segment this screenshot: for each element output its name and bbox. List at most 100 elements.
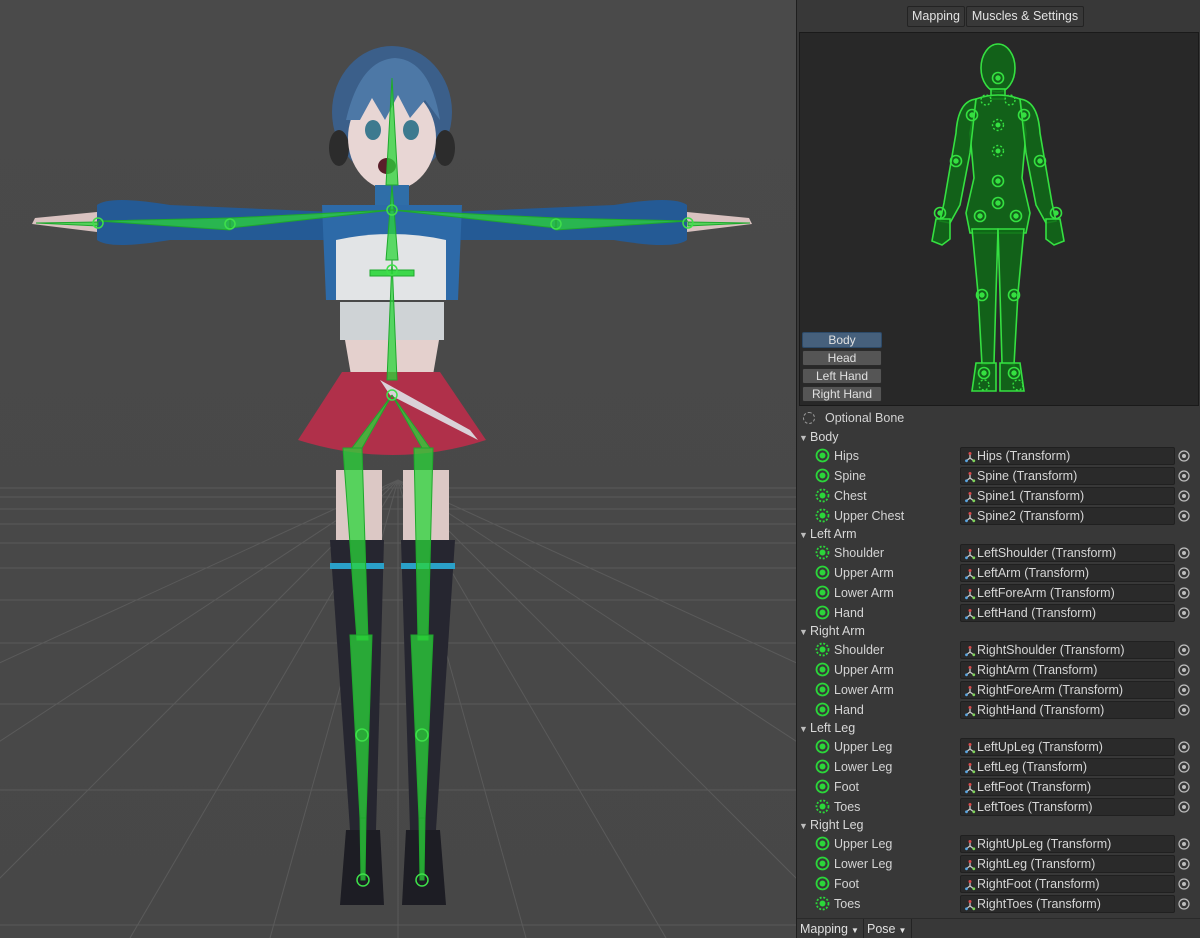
foldout-arrow-icon[interactable]: ▼ bbox=[799, 527, 810, 543]
object-picker-icon[interactable] bbox=[1177, 606, 1191, 620]
transform-object-field[interactable]: Hips (Transform) bbox=[960, 447, 1175, 465]
transform-field-value: LeftForeArm (Transform) bbox=[977, 586, 1115, 600]
object-picker-icon[interactable] bbox=[1177, 643, 1191, 657]
object-picker-icon[interactable] bbox=[1177, 489, 1191, 503]
bone-label: Foot bbox=[834, 877, 860, 891]
group-header-body[interactable]: ▼ Body bbox=[799, 429, 839, 445]
divider bbox=[863, 919, 864, 938]
bone-row-left-arm-upper-arm: Upper Arm LeftArm (Transform) bbox=[797, 563, 1200, 583]
transform-object-field[interactable]: LeftForeArm (Transform) bbox=[960, 584, 1175, 602]
chevron-down-icon: ▼ bbox=[850, 926, 859, 935]
object-picker-icon[interactable] bbox=[1177, 780, 1191, 794]
transform-object-field[interactable]: RightLeg (Transform) bbox=[960, 855, 1175, 873]
transform-object-field[interactable]: Spine2 (Transform) bbox=[960, 507, 1175, 525]
required-bone-icon[interactable] bbox=[815, 856, 830, 871]
bone-row-body-spine: Spine Spine (Transform) bbox=[797, 466, 1200, 486]
object-picker-icon[interactable] bbox=[1177, 546, 1191, 560]
object-picker-icon[interactable] bbox=[1177, 683, 1191, 697]
bone-label: Hand bbox=[834, 703, 864, 717]
optional-bone-icon[interactable] bbox=[815, 896, 830, 911]
mapping-dropdown[interactable]: Mapping ▼ bbox=[800, 921, 859, 937]
optional-bone-icon[interactable] bbox=[815, 508, 830, 523]
transform-object-field[interactable]: RightUpLeg (Transform) bbox=[960, 835, 1175, 853]
object-picker-icon[interactable] bbox=[1177, 509, 1191, 523]
pose-dropdown[interactable]: Pose ▼ bbox=[867, 921, 906, 937]
transform-object-field[interactable]: RightFoot (Transform) bbox=[960, 875, 1175, 893]
bone-label: Spine bbox=[834, 469, 866, 483]
transform-icon bbox=[965, 706, 976, 717]
object-picker-icon[interactable] bbox=[1177, 740, 1191, 754]
group-header-right-leg[interactable]: ▼ Right Leg bbox=[799, 817, 864, 833]
transform-field-value: LeftToes (Transform) bbox=[977, 800, 1093, 814]
object-picker-icon[interactable] bbox=[1177, 897, 1191, 911]
view-button-head[interactable]: Head bbox=[802, 350, 882, 366]
scene-canvas[interactable] bbox=[0, 0, 796, 938]
transform-object-field[interactable]: LeftShoulder (Transform) bbox=[960, 544, 1175, 562]
required-bone-icon[interactable] bbox=[815, 468, 830, 483]
tab-mapping[interactable]: Mapping bbox=[907, 6, 965, 27]
required-bone-icon[interactable] bbox=[815, 585, 830, 600]
transform-object-field[interactable]: RightShoulder (Transform) bbox=[960, 641, 1175, 659]
transform-icon bbox=[965, 512, 976, 523]
bone-label: Upper Leg bbox=[834, 837, 893, 851]
foldout-arrow-icon[interactable]: ▼ bbox=[799, 818, 810, 834]
transform-object-field[interactable]: RightArm (Transform) bbox=[960, 661, 1175, 679]
transform-object-field[interactable]: LeftHand (Transform) bbox=[960, 604, 1175, 622]
required-bone-icon[interactable] bbox=[815, 836, 830, 851]
transform-object-field[interactable]: Spine1 (Transform) bbox=[960, 487, 1175, 505]
transform-icon bbox=[965, 840, 976, 851]
required-bone-icon[interactable] bbox=[815, 662, 830, 677]
required-bone-icon[interactable] bbox=[815, 605, 830, 620]
transform-object-field[interactable]: LeftLeg (Transform) bbox=[960, 758, 1175, 776]
object-picker-icon[interactable] bbox=[1177, 566, 1191, 580]
group-header-left-arm[interactable]: ▼ Left Arm bbox=[799, 526, 857, 542]
object-picker-icon[interactable] bbox=[1177, 703, 1191, 717]
required-bone-icon[interactable] bbox=[815, 759, 830, 774]
group-header-left-leg[interactable]: ▼ Left Leg bbox=[799, 720, 855, 736]
object-picker-icon[interactable] bbox=[1177, 837, 1191, 851]
required-bone-icon[interactable] bbox=[815, 779, 830, 794]
required-bone-icon[interactable] bbox=[815, 739, 830, 754]
required-bone-icon[interactable] bbox=[815, 565, 830, 580]
object-picker-icon[interactable] bbox=[1177, 760, 1191, 774]
object-picker-icon[interactable] bbox=[1177, 800, 1191, 814]
foldout-arrow-icon[interactable]: ▼ bbox=[799, 721, 810, 737]
bone-label: Upper Arm bbox=[834, 663, 894, 677]
optional-bone-icon[interactable] bbox=[815, 488, 830, 503]
transform-icon bbox=[965, 783, 976, 794]
optional-bone-icon[interactable] bbox=[815, 642, 830, 657]
bone-row-left-leg-foot: Foot LeftFoot (Transform) bbox=[797, 777, 1200, 797]
transform-object-field[interactable]: RightToes (Transform) bbox=[960, 895, 1175, 913]
foldout-arrow-icon[interactable]: ▼ bbox=[799, 624, 810, 640]
transform-icon bbox=[965, 803, 976, 814]
transform-object-field[interactable]: LeftToes (Transform) bbox=[960, 798, 1175, 816]
view-button-right-hand[interactable]: Right Hand bbox=[802, 386, 882, 402]
object-picker-icon[interactable] bbox=[1177, 469, 1191, 483]
object-picker-icon[interactable] bbox=[1177, 586, 1191, 600]
view-button-body[interactable]: Body bbox=[802, 332, 882, 348]
transform-object-field[interactable]: LeftArm (Transform) bbox=[960, 564, 1175, 582]
required-bone-icon[interactable] bbox=[815, 876, 830, 891]
scene-viewport[interactable] bbox=[0, 0, 796, 938]
required-bone-icon[interactable] bbox=[815, 448, 830, 463]
required-bone-icon[interactable] bbox=[815, 702, 830, 717]
optional-bone-icon[interactable] bbox=[815, 799, 830, 814]
group-header-right-arm[interactable]: ▼ Right Arm bbox=[799, 623, 865, 639]
transform-object-field[interactable]: LeftUpLeg (Transform) bbox=[960, 738, 1175, 756]
foldout-arrow-icon[interactable]: ▼ bbox=[799, 430, 810, 446]
required-bone-icon[interactable] bbox=[815, 682, 830, 697]
object-picker-icon[interactable] bbox=[1177, 877, 1191, 891]
transform-object-field[interactable]: LeftFoot (Transform) bbox=[960, 778, 1175, 796]
transform-object-field[interactable]: RightForeArm (Transform) bbox=[960, 681, 1175, 699]
optional-bone-icon[interactable] bbox=[815, 545, 830, 560]
object-picker-icon[interactable] bbox=[1177, 857, 1191, 871]
object-picker-icon[interactable] bbox=[1177, 449, 1191, 463]
bone-row-right-arm-upper-arm: Upper Arm RightArm (Transform) bbox=[797, 660, 1200, 680]
transform-object-field[interactable]: Spine (Transform) bbox=[960, 467, 1175, 485]
view-button-left-hand[interactable]: Left Hand bbox=[802, 368, 882, 384]
bone-label: Toes bbox=[834, 800, 861, 814]
avatar-body-view[interactable]: Body Head Left Hand Right Hand bbox=[799, 32, 1199, 406]
object-picker-icon[interactable] bbox=[1177, 663, 1191, 677]
tab-muscles-settings[interactable]: Muscles & Settings bbox=[966, 6, 1084, 27]
transform-object-field[interactable]: RightHand (Transform) bbox=[960, 701, 1175, 719]
